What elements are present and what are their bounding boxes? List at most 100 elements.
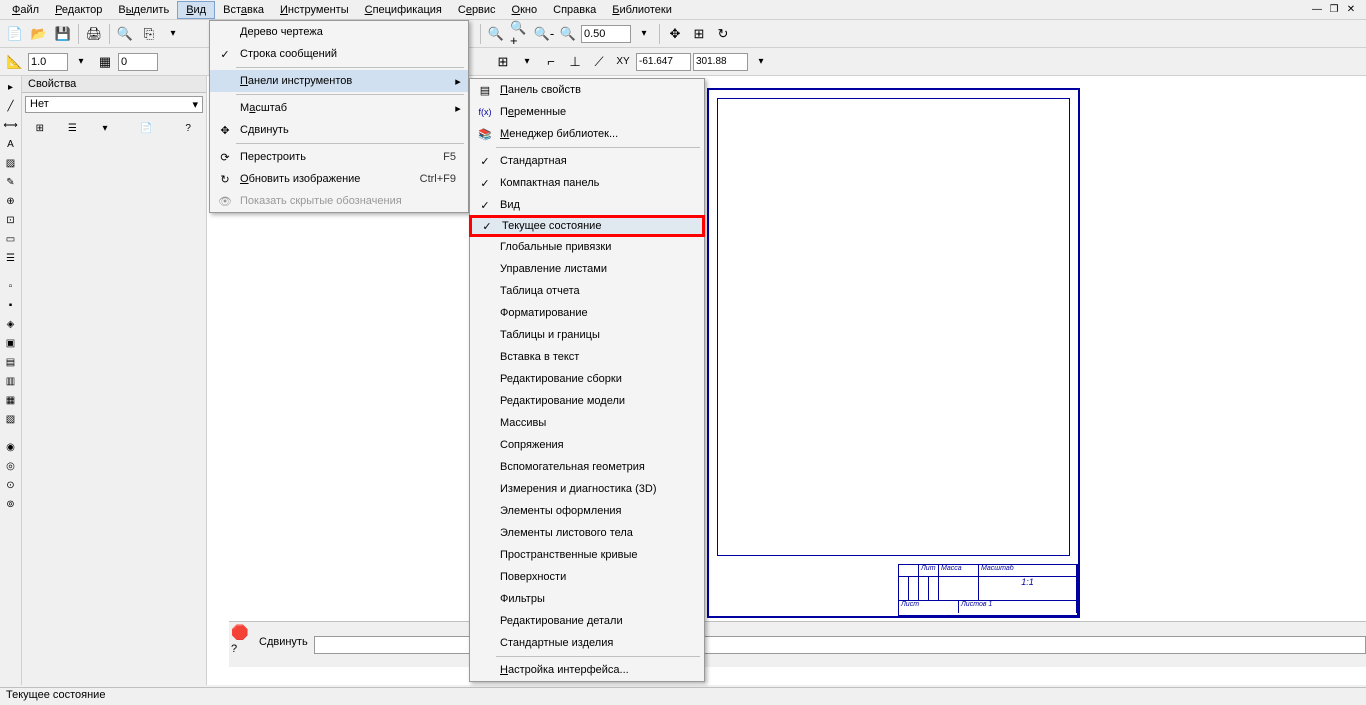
menu-item-toolbars[interactable]: Панели инструментов▸	[210, 70, 468, 92]
submenu-measure-3d[interactable]: Измерения и диагностика (3D)	[470, 478, 704, 500]
submenu-current-state[interactable]: ✓Текущее состояние	[469, 215, 705, 237]
tool-k-icon[interactable]: ⊙	[2, 476, 20, 494]
submenu-sheet-body[interactable]: Элементы листового тела	[470, 522, 704, 544]
submenu-design-elements[interactable]: Элементы оформления	[470, 500, 704, 522]
submenu-tables-borders[interactable]: Таблицы и границы	[470, 324, 704, 346]
tool-edit-icon[interactable]: ✎	[2, 173, 20, 191]
measure-icon[interactable]: 📐	[4, 51, 26, 73]
xy-icon[interactable]: XY	[612, 51, 634, 73]
close-icon[interactable]: ✕	[1344, 3, 1358, 17]
grid-icon[interactable]: ⊞	[688, 23, 710, 45]
menu-service[interactable]: Сервис	[450, 2, 504, 18]
submenu-global-snaps[interactable]: Глобальные привязки	[470, 236, 704, 258]
tool-i-icon[interactable]: ◉	[2, 438, 20, 456]
tool-text-icon[interactable]: A	[2, 135, 20, 153]
submenu-std-products[interactable]: Стандартные изделия	[470, 632, 704, 654]
submenu-standard[interactable]: ✓Стандартная	[470, 150, 704, 172]
coord-x-input[interactable]	[636, 53, 691, 71]
snap-grid-icon[interactable]: ⊞	[492, 51, 514, 73]
tool-b-icon[interactable]: ▪	[2, 296, 20, 314]
menu-spec[interactable]: Спецификация	[357, 2, 450, 18]
props-doc-icon[interactable]: 📄	[138, 119, 156, 137]
tool-spec-icon[interactable]: ☰	[2, 249, 20, 267]
tool-e-icon[interactable]: ▤	[2, 353, 20, 371]
menu-window[interactable]: Окно	[504, 2, 546, 18]
tool-measure-icon[interactable]: ⊡	[2, 211, 20, 229]
tool-c-icon[interactable]: ◈	[2, 315, 20, 333]
refresh-icon[interactable]: ↻	[712, 23, 734, 45]
tool-d-icon[interactable]: ▣	[2, 334, 20, 352]
props-tree-icon[interactable]: ⊞	[31, 119, 49, 137]
submenu-arrays[interactable]: Массивы	[470, 412, 704, 434]
submenu-lib-manager[interactable]: 📚Менеджер библиотек...	[470, 123, 704, 145]
tool-j-icon[interactable]: ◎	[2, 457, 20, 475]
submenu-compact[interactable]: ✓Компактная панель	[470, 172, 704, 194]
tool-dim-icon[interactable]: ⟷	[2, 116, 20, 134]
menu-item-move[interactable]: ✥Сдвинуть	[210, 119, 468, 141]
zoom-fit-icon[interactable]: 🔍	[485, 23, 507, 45]
submenu-space-curves[interactable]: Пространственные кривые	[470, 544, 704, 566]
tool-f-icon[interactable]: ▥	[2, 372, 20, 390]
restore-icon[interactable]: ❐	[1327, 3, 1341, 17]
minimize-icon[interactable]: —	[1310, 3, 1324, 17]
zoom-out-icon[interactable]: 🔍-	[533, 23, 555, 45]
tool-h-icon[interactable]: ▧	[2, 410, 20, 428]
layer-icon[interactable]: ▦	[94, 51, 116, 73]
submenu-mates[interactable]: Сопряжения	[470, 434, 704, 456]
tool-line-icon[interactable]: ╱	[2, 97, 20, 115]
snap-perp-icon[interactable]: ⊥	[564, 51, 586, 73]
props-list-icon[interactable]: ☰	[63, 119, 81, 137]
submenu-filters[interactable]: Фильтры	[470, 588, 704, 610]
preview-icon[interactable]: 🔍	[114, 23, 136, 45]
new-icon[interactable]: 📄	[4, 23, 26, 45]
menu-file[interactable]: ФФайлайл	[4, 2, 47, 18]
menu-editor[interactable]: Редактор	[47, 2, 110, 18]
snap-tan-icon[interactable]: ⟋	[588, 51, 610, 73]
cut-icon[interactable]: ⎘	[138, 23, 160, 45]
print-icon[interactable]: 🖨	[83, 23, 105, 45]
submenu-ui-config[interactable]: Настройка интерфейса...	[470, 659, 704, 681]
menu-item-rebuild[interactable]: ⟳ПерестроитьF5	[210, 146, 468, 168]
submenu-sheet-mgmt[interactable]: Управление листами	[470, 258, 704, 280]
scale-dd-icon[interactable]: ▾	[70, 51, 92, 73]
open-icon[interactable]: 📂	[28, 23, 50, 45]
submenu-insert-text[interactable]: Вставка в текст	[470, 346, 704, 368]
snap-dd-icon[interactable]: ▾	[516, 51, 538, 73]
help-icon[interactable]: ?	[231, 643, 251, 655]
submenu-formatting[interactable]: Форматирование	[470, 302, 704, 324]
step-input[interactable]	[118, 53, 158, 71]
tool-hatch-icon[interactable]: ▨	[2, 154, 20, 172]
zoom-dd-icon[interactable]: ▾	[633, 23, 655, 45]
tool-g-icon[interactable]: ▦	[2, 391, 20, 409]
submenu-props-panel[interactable]: ▤Панель свойств	[470, 79, 704, 101]
pan-icon[interactable]: ✥	[664, 23, 686, 45]
submenu-edit-model[interactable]: Редактирование модели	[470, 390, 704, 412]
zoom-window-icon[interactable]: 🔍	[557, 23, 579, 45]
tool-l-icon[interactable]: ⊚	[2, 495, 20, 513]
tool-select-icon[interactable]: ▭	[2, 230, 20, 248]
menu-libraries[interactable]: Библиотеки	[604, 2, 680, 18]
submenu-aux-geom[interactable]: Вспомогательная геометрия	[470, 456, 704, 478]
submenu-view[interactable]: ✓Вид	[470, 194, 704, 216]
zoom-in-icon[interactable]: 🔍+	[509, 23, 531, 45]
coord-dd-icon[interactable]: ▾	[750, 51, 772, 73]
ortho-icon[interactable]: ⌐	[540, 51, 562, 73]
menu-item-msgline[interactable]: ✓Строка сообщений	[210, 43, 468, 65]
menu-item-tree[interactable]: Дерево чертежа	[210, 21, 468, 43]
menu-item-refresh[interactable]: ↻Обновить изображениеCtrl+F9	[210, 168, 468, 190]
tool-a-icon[interactable]: ▫	[2, 277, 20, 295]
props-filter-icon[interactable]: ▾	[96, 119, 114, 137]
menu-view[interactable]: Вид	[177, 1, 215, 19]
tool-param-icon[interactable]: ⊕	[2, 192, 20, 210]
menu-tools[interactable]: Инструменты	[272, 2, 357, 18]
zoom-input[interactable]	[581, 25, 631, 43]
tool-pointer-icon[interactable]: ▸	[2, 78, 20, 96]
dropdown-icon[interactable]: ▾	[162, 23, 184, 45]
save-icon[interactable]: 💾	[52, 23, 74, 45]
menu-insert[interactable]: Вставка	[215, 2, 272, 18]
menu-select[interactable]: Выделить	[110, 2, 177, 18]
submenu-edit-part[interactable]: Редактирование детали	[470, 610, 704, 632]
props-dropdown[interactable]: Нет▾	[25, 96, 203, 113]
menu-item-scale[interactable]: Масштаб▸	[210, 97, 468, 119]
submenu-variables[interactable]: f(x)Переменные	[470, 101, 704, 123]
